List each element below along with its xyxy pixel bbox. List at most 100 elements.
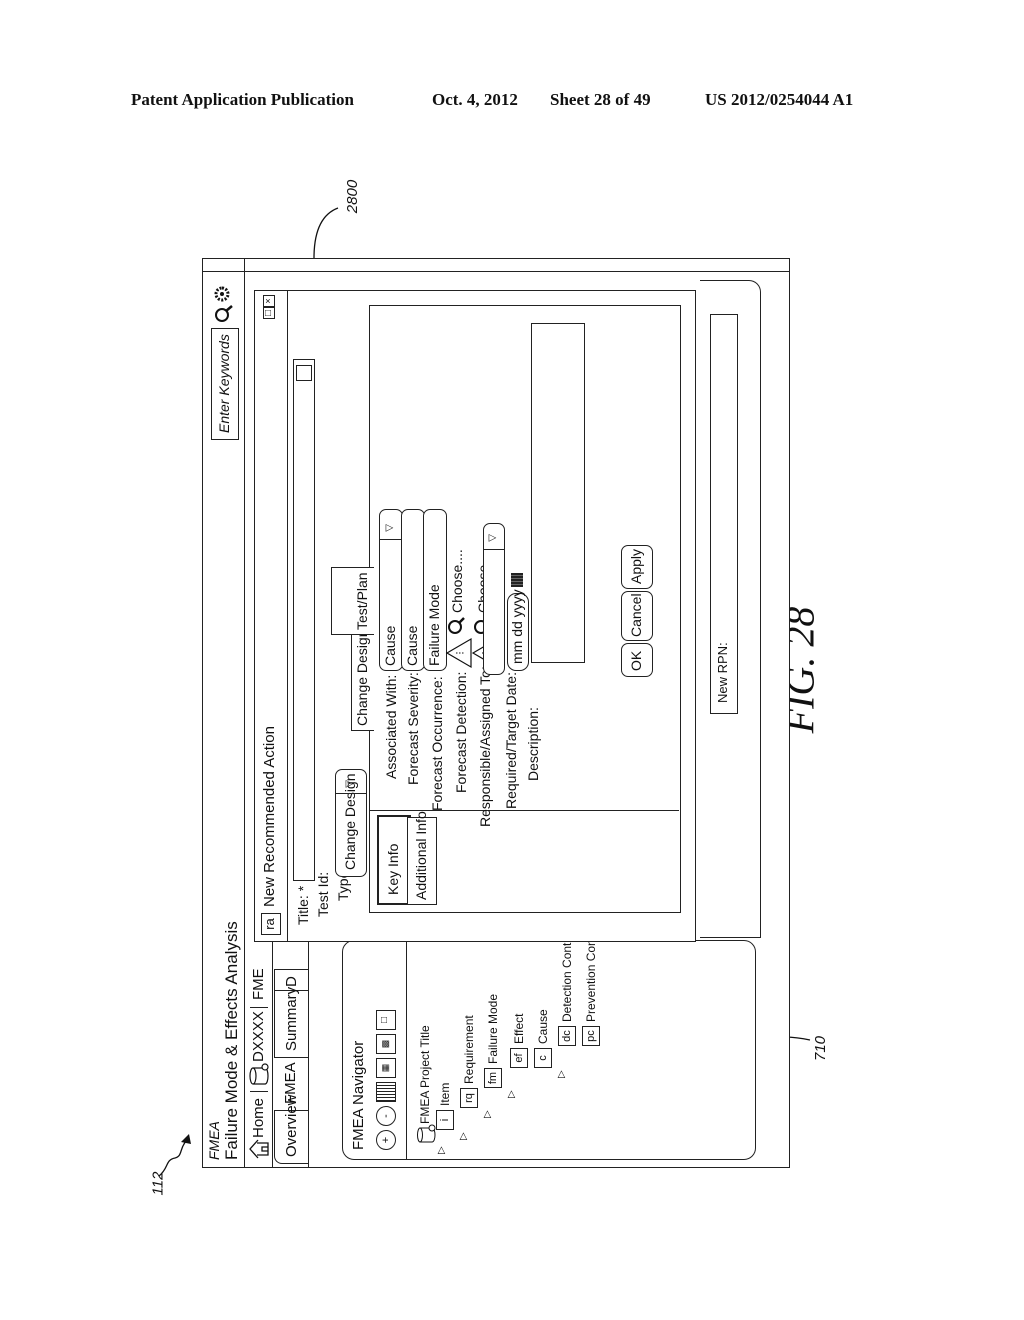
associated-with-select[interactable]: Cause ▷ xyxy=(379,509,403,671)
new-rpn-label: New RPN: xyxy=(715,642,730,703)
database-icon xyxy=(417,1124,436,1143)
select-divider xyxy=(336,793,366,794)
inner-tab-change-design[interactable]: Change Design xyxy=(351,629,374,731)
inner-tab-test-plan-label: Test/Plan xyxy=(354,572,370,630)
recommended-action-badge-icon: ra xyxy=(261,913,281,935)
nav-home[interactable]: Home xyxy=(250,1098,267,1138)
expand-arrow-icon[interactable]: ▷ xyxy=(482,1110,493,1118)
home-icon[interactable] xyxy=(248,1138,270,1160)
expand-icon[interactable]: + xyxy=(376,1130,396,1150)
type-select[interactable]: Change Design ▷ xyxy=(335,769,367,877)
search-icon[interactable] xyxy=(215,305,233,322)
associated-with-value: Cause xyxy=(382,625,398,666)
nav-project[interactable]: DXXXX xyxy=(250,1011,267,1062)
tree-label: Item xyxy=(438,1082,452,1106)
tab-fmea[interactable]: FMEA xyxy=(282,1062,299,1104)
app-window: FMEA Failure Mode & Effects Analysis Ent… xyxy=(202,258,790,1168)
maximize-icon[interactable]: □ xyxy=(263,307,275,319)
apply-button[interactable]: Apply xyxy=(621,545,653,589)
ok-label: OK xyxy=(628,650,644,671)
target-date-input[interactable]: mm dd yyyy xyxy=(507,589,529,671)
select-divider xyxy=(484,549,504,550)
ok-button[interactable]: OK xyxy=(621,643,653,677)
expand-arrow-icon[interactable]: ▷ xyxy=(458,1132,469,1140)
option-label: Failure Mode xyxy=(426,584,442,666)
prevention-control-badge-icon: pc xyxy=(582,1026,600,1046)
dropdown-arrow-icon[interactable]: ▷ xyxy=(386,523,394,534)
export-icon[interactable]: ▩ xyxy=(376,1034,396,1054)
title-label: Title: * xyxy=(295,885,311,925)
dialog-title: New Recommended Action xyxy=(261,726,278,907)
navigator-title: FMEA Navigator xyxy=(350,1040,367,1150)
forecast-detection-label: Forecast Detection: xyxy=(453,671,469,793)
dropdown-option-cause[interactable]: Cause xyxy=(401,509,425,671)
description-textarea[interactable] xyxy=(531,323,585,663)
responsible-label: Responsible/Assigned To: xyxy=(477,666,493,827)
tab-summary-label: Summary xyxy=(283,986,300,1051)
date-placeholder: mm dd yyyy xyxy=(509,589,525,664)
side-tab-key-info-label: Key Info xyxy=(385,843,401,895)
test-id-label: Test Id: xyxy=(315,871,331,917)
cause-badge-icon: c xyxy=(534,1048,552,1068)
responsible-select[interactable]: ▷ xyxy=(483,523,505,675)
new-rpn-field: New RPN: xyxy=(710,314,738,714)
expand-arrow-icon[interactable]: ▷ xyxy=(436,1146,447,1154)
ref-710: 710 xyxy=(812,1035,830,1062)
side-tab-additional-info-label: Additional Info xyxy=(413,811,429,900)
patent-number: US 2012/0254044 A1 xyxy=(705,90,854,109)
tab-d[interactable]: D xyxy=(274,969,309,992)
tab-overview[interactable]: Overview xyxy=(274,1094,309,1164)
target-date-label: Required/Target Date: xyxy=(503,672,519,809)
requirement-badge-icon: rq xyxy=(460,1088,478,1108)
select-divider xyxy=(380,539,402,540)
arrow-112 xyxy=(158,1134,191,1177)
side-tab-key-info[interactable]: Key Info xyxy=(377,815,411,905)
tree-label: FMEA Project Title xyxy=(418,1025,432,1124)
apply-label: Apply xyxy=(628,548,644,584)
publication-date: Oct. 4, 2012 xyxy=(432,90,518,109)
expand-arrow-icon[interactable]: ▷ xyxy=(506,1090,517,1098)
search-icon[interactable] xyxy=(447,615,467,635)
side-tab-additional-info[interactable]: Additional Info xyxy=(407,811,437,905)
dialog-title-divider xyxy=(287,291,288,941)
recommended-action-dialog: ra New Recommended Action □ × Title: * T… xyxy=(254,290,696,942)
tree-label: Detection Control xyxy=(560,929,574,1022)
inner-tab-change-design-label: Change Design xyxy=(354,629,370,726)
description-label: Description: xyxy=(525,707,541,781)
dropdown-arrow-icon[interactable]: ▷ xyxy=(489,533,497,544)
title-checkbox[interactable] xyxy=(296,365,312,381)
effect-badge-icon: ef xyxy=(510,1048,528,1068)
list-icon[interactable] xyxy=(376,1082,396,1102)
search-settings-icons xyxy=(214,286,233,322)
title-input[interactable] xyxy=(293,359,315,881)
nav-separator xyxy=(250,1091,268,1092)
app-name: FMEA xyxy=(206,1121,222,1160)
sheet-number: Sheet 28 of 49 xyxy=(550,90,651,109)
chart-icon[interactable]: ▦ xyxy=(376,1058,396,1078)
inner-tab-test-plan[interactable]: Test/Plan xyxy=(331,567,374,635)
dropdown-arrow-icon[interactable]: ▷ xyxy=(346,779,354,790)
detection-control-badge-icon: dc xyxy=(558,1026,576,1046)
expand-arrow-icon[interactable]: ▷ xyxy=(556,1070,567,1078)
tree-label: Requirement xyxy=(462,1015,476,1084)
cancel-label: Cancel xyxy=(628,593,644,637)
cancel-button[interactable]: Cancel xyxy=(621,591,653,641)
navigator-divider xyxy=(406,942,407,1160)
choose-occurrence-link[interactable]: Choose.... xyxy=(449,549,465,613)
tree-label: Cause xyxy=(536,1009,550,1044)
tab-summary[interactable]: Summary xyxy=(274,986,309,1058)
forecast-occurrence-label: Forecast Occurrence: xyxy=(429,676,445,811)
collapse-icon[interactable]: - xyxy=(376,1106,396,1126)
gear-icon[interactable] xyxy=(214,286,230,302)
associated-with-label: Associated With: xyxy=(383,674,399,779)
search-input[interactable]: Enter Keywords xyxy=(211,328,239,440)
copy-icon[interactable]: □ xyxy=(376,1010,396,1030)
nav-fme[interactable]: FME xyxy=(250,968,267,1000)
title-divider xyxy=(244,258,245,1168)
right-edge-line xyxy=(202,271,790,272)
leader-line-2800 xyxy=(313,207,339,259)
dropdown-option-failure-mode[interactable]: Failure Mode xyxy=(423,509,447,671)
close-icon[interactable]: × xyxy=(263,295,275,307)
tab-d-label: D xyxy=(283,976,300,987)
calendar-icon[interactable] xyxy=(511,573,523,587)
